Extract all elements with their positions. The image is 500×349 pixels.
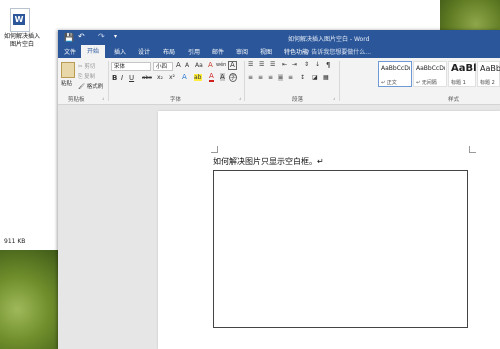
distributed-icon[interactable]: ≡ (288, 74, 293, 81)
tab-review[interactable]: 审阅 (236, 47, 248, 56)
text-effects-icon[interactable]: A (182, 73, 187, 81)
customize-qat-icon[interactable]: ▾ (114, 33, 117, 40)
group-divider (108, 61, 109, 101)
numbering-icon[interactable]: ☰ (259, 61, 264, 68)
shrink-font-icon[interactable]: A (185, 62, 189, 69)
undo-icon[interactable]: ↶ (78, 32, 85, 41)
tab-mailings[interactable]: 邮件 (212, 47, 224, 56)
borders-icon[interactable]: ▦ (323, 74, 329, 81)
word-file-icon[interactable]: W (10, 8, 30, 32)
font-color-icon[interactable]: A (209, 73, 214, 82)
style-no-spacing[interactable]: AaBbCcDı ↵ 无间隔 (413, 61, 447, 87)
group-label-styles: 样式 (448, 97, 460, 103)
ribbon: 粘贴 ✂ 剪切 ⎘ 复制 🖌 格式刷 剪贴板 ⌟ 宋体 小四 A A Aa A … (58, 58, 500, 105)
crop-mark (211, 146, 218, 153)
align-center-icon[interactable]: ≡ (258, 74, 263, 81)
show-marks-icon[interactable]: ¶ (326, 61, 330, 69)
italic-button[interactable]: I (121, 74, 123, 82)
desktop-wallpaper (0, 250, 58, 349)
title-bar: 💾 ↶ ↷ ▾ 如何解决插入图片空白 - Word (58, 30, 500, 45)
font-size-select[interactable]: 小四 (153, 62, 173, 71)
align-right-icon[interactable]: ≡ (268, 74, 273, 81)
style-heading-2[interactable]: AaBb 标题 2 (477, 61, 500, 87)
enclose-char-icon[interactable]: 字 (229, 73, 238, 82)
style-name: ↵ 正文 (381, 80, 397, 86)
document-area: 如何解决图片只显示空白框。↵ (58, 105, 500, 349)
underline-button[interactable]: U (129, 74, 134, 82)
char-border-icon[interactable]: A (228, 61, 237, 70)
shading-icon[interactable]: ◪ (312, 74, 318, 81)
highlight-icon[interactable]: ab (194, 74, 202, 81)
char-shading-icon[interactable]: A (220, 73, 225, 81)
style-name: 标题 2 (480, 80, 495, 86)
tab-home[interactable]: 开始 (81, 45, 106, 58)
paste-icon[interactable] (61, 62, 75, 78)
cut-button[interactable]: ✂ 剪切 (78, 62, 95, 70)
tab-design[interactable]: 设计 (138, 47, 150, 56)
style-name: ↵ 无间隔 (416, 80, 437, 86)
phonetic-guide-icon[interactable]: wén (216, 62, 226, 68)
subscript-button[interactable]: x₂ (157, 74, 163, 81)
superscript-button[interactable]: x² (169, 74, 175, 81)
chinese-layout-icon[interactable]: ⇕ (304, 61, 309, 68)
strikethrough-button[interactable]: abc (142, 75, 152, 81)
grow-font-icon[interactable]: A (176, 61, 181, 69)
document-text[interactable]: 如何解决图片只显示空白框。↵ (213, 156, 324, 167)
style-sample: AaBbCcDı (416, 65, 446, 72)
increase-indent-icon[interactable]: ⇥ (292, 61, 297, 68)
style-heading-1[interactable]: AaBl 标题 1 (448, 61, 477, 87)
ribbon-tabs: 文件 开始 插入 设计 布局 引用 邮件 审阅 视图 特色功能 ♀ 告诉我您想要… (58, 45, 500, 58)
tab-view[interactable]: 视图 (260, 47, 272, 56)
style-sample: AaBbCcDı (381, 65, 411, 72)
tab-references[interactable]: 引用 (188, 47, 200, 56)
justify-icon[interactable]: ≡ (278, 74, 284, 81)
style-sample: AaBb (480, 64, 500, 73)
style-name: 标题 1 (451, 80, 466, 86)
group-divider (244, 61, 245, 101)
clipboard-launcher-icon[interactable]: ⌟ (102, 95, 104, 101)
group-divider (339, 61, 340, 101)
copy-button[interactable]: ⎘ 复制 (78, 72, 95, 81)
window-title: 如何解决插入图片空白 - Word (288, 36, 370, 43)
format-painter-button[interactable]: 🖌 格式刷 (78, 82, 103, 90)
word-window: 💾 ↶ ↷ ▾ 如何解决插入图片空白 - Word 文件 开始 插入 设计 布局… (58, 30, 500, 349)
font-name-select[interactable]: 宋体 (111, 62, 151, 71)
tell-me-box[interactable]: ♀ 告诉我您想要做什么... (305, 47, 371, 56)
group-label-clipboard: 剪贴板 (68, 97, 85, 103)
style-sample: AaBl (451, 63, 477, 74)
bold-button[interactable]: B (112, 74, 117, 82)
blank-image-frame[interactable] (213, 170, 468, 328)
group-label-font: 字体 (170, 97, 182, 103)
group-label-paragraph: 段落 (292, 97, 304, 103)
font-launcher-icon[interactable]: ⌟ (239, 95, 241, 101)
change-case-icon[interactable]: Aa (195, 62, 203, 69)
paragraph-launcher-icon[interactable]: ⌟ (333, 95, 335, 101)
clear-format-icon[interactable]: A (208, 61, 213, 69)
line-spacing-icon[interactable]: ↕ (300, 74, 305, 81)
tab-layout[interactable]: 布局 (163, 47, 175, 56)
file-label[interactable]: 如何解决插入图片空白 (2, 33, 42, 49)
paste-button[interactable]: 粘贴 (61, 79, 72, 87)
style-normal[interactable]: AaBbCcDı ↵ 正文 (378, 61, 412, 87)
crop-mark (469, 146, 476, 153)
tab-file[interactable]: 文件 (64, 47, 76, 56)
sort-icon[interactable]: ↓ (315, 61, 320, 68)
file-size: 911 KB (4, 238, 26, 245)
multilevel-list-icon[interactable]: ☰ (270, 61, 275, 68)
document-page[interactable]: 如何解决图片只显示空白框。↵ (158, 111, 500, 349)
save-icon[interactable]: 💾 (64, 33, 74, 42)
tab-insert[interactable]: 插入 (114, 47, 126, 56)
decrease-indent-icon[interactable]: ⇤ (282, 61, 287, 68)
bullets-icon[interactable]: ☰ (248, 61, 253, 68)
redo-icon[interactable]: ↷ (98, 32, 105, 41)
align-left-icon[interactable]: ≡ (248, 74, 253, 81)
